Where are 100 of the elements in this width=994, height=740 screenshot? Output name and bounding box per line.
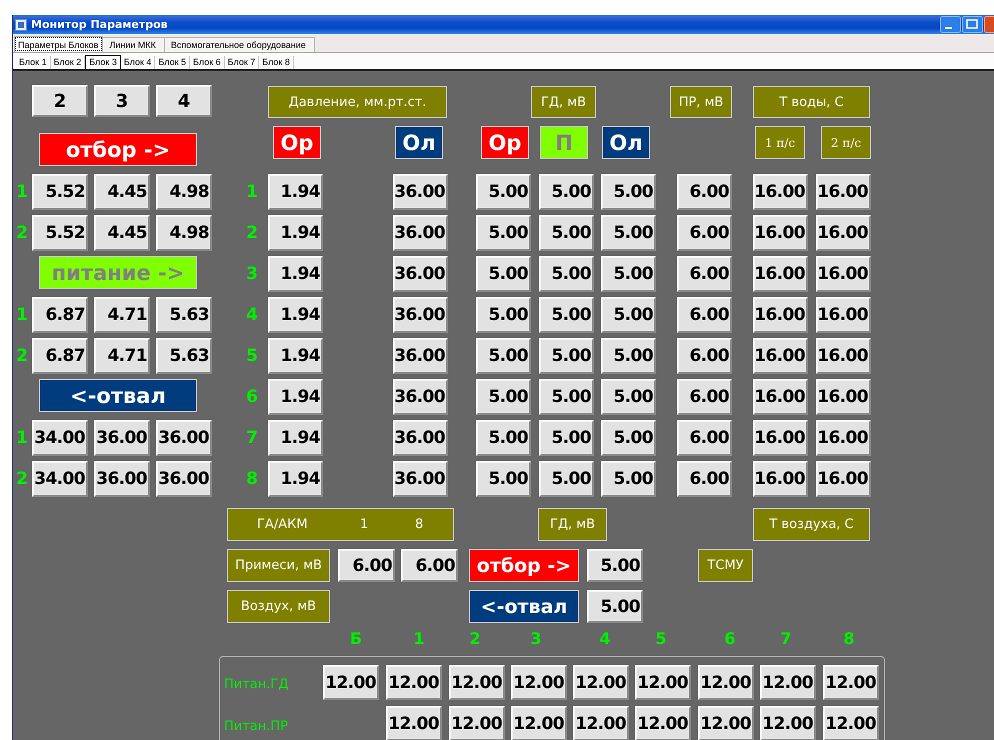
block-button[interactable]: 2 [32,85,88,117]
value-cell: 1.94 [268,297,323,333]
block-tab[interactable]: Блок 3 [85,55,121,69]
value-cell: 16.00 [816,174,871,210]
value-cell: 6.00 [677,379,732,415]
tab[interactable]: Параметры Блоков [14,36,104,52]
value-cell: 4.98 [156,174,212,210]
value-cell: 36.00 [94,461,150,497]
value-cell: 34.00 [32,461,88,497]
value-cell: 5.00 [539,461,594,497]
sensor-label: ТСМУ [698,549,753,582]
value-cell: 12.00 [323,665,379,700]
panel-column-label: 8 [415,517,424,532]
column-marker: Ол [395,126,443,159]
row-header: Примеси, мВ [227,549,330,582]
column-header: ПР, мВ [670,86,732,118]
panel-column-label: 1 [360,517,368,532]
row-number: 1 [245,181,259,204]
value-cell: 5.00 [476,297,531,333]
app-icon [15,18,27,30]
block-button[interactable]: 3 [94,85,150,117]
block-tab[interactable]: Блок 4 [120,56,156,69]
value-cell: 16.00 [816,461,871,497]
value-cell: 36.00 [393,297,448,333]
row-number: 6 [245,386,259,409]
value-cell: 5.00 [476,379,531,415]
minimize-button[interactable] [940,16,961,33]
value-cell: 1.94 [268,256,323,292]
block-tab[interactable]: Блок 1 [16,56,51,69]
value-cell: 34.00 [32,420,88,456]
value-cell: 5.00 [601,215,656,251]
column-header: Давление, мм.рт.ст. [268,86,447,118]
close-button[interactable] [984,16,994,33]
value-cell: 5.00 [476,256,531,292]
value-cell: 5.52 [32,215,88,251]
value-cell: 36.00 [393,379,448,415]
column-number: 6 [723,629,737,650]
value-cell: 16.00 [816,256,871,292]
value-cell: 36.00 [393,256,448,292]
value-cell: 16.00 [753,338,808,374]
block-button[interactable]: 4 [156,85,212,117]
maximize-button[interactable] [962,16,983,33]
value-cell: 6.00 [677,461,732,497]
row-number: 1 [15,427,29,450]
value-cell: 5.00 [601,256,656,292]
value-cell: 12.00 [760,665,816,700]
value-cell: 5.00 [601,297,656,333]
tab[interactable]: Вспомогательное оборудование [164,37,315,52]
sub-header: 2 п/с [821,126,871,159]
block-tab[interactable]: Блок 8 [259,56,294,69]
value-cell: 12.00 [698,706,754,740]
value-cell: 16.00 [816,379,871,415]
value-cell: 4.45 [94,174,150,210]
value-cell: 6.00 [401,549,458,582]
section-label: отбор -> [39,133,197,166]
value-cell: 16.00 [816,338,871,374]
value-cell: 12.00 [449,706,505,740]
column-number: 8 [842,629,856,650]
value-cell: 12.00 [573,665,629,700]
value-cell: 12.00 [698,665,754,700]
column-marker: Ор [481,126,529,159]
value-cell: 5.52 [32,174,88,210]
column-header: Т воздуха, С [753,508,870,541]
block-tab[interactable]: Блок 6 [190,56,225,69]
column-number: Б [348,629,364,650]
column-number: 7 [779,629,793,650]
value-cell: 5.00 [539,215,594,251]
value-cell: 36.00 [393,215,448,251]
value-cell: 4.45 [94,215,150,251]
value-cell: 1.94 [268,338,323,374]
column-header: ГД, мВ [531,86,596,118]
block-tab[interactable]: Блок 5 [155,56,190,69]
value-cell: 5.63 [156,297,212,333]
value-cell: 36.00 [393,461,448,497]
value-cell: 16.00 [753,297,808,333]
sub-header: 1 п/с [755,126,805,159]
value-cell: 12.00 [511,706,567,740]
value-cell: 36.00 [393,420,448,456]
tab[interactable]: Линии МКК [102,37,165,52]
column-number: 2 [468,629,482,650]
row-label: Питан.ГД [224,677,290,694]
value-cell: 6.87 [32,297,88,333]
value-cell: 12.00 [511,665,567,700]
value-cell: 5.00 [601,338,656,374]
value-cell: 36.00 [156,420,212,456]
value-cell: 5.00 [539,256,594,292]
row-number: 4 [245,304,259,327]
column-number: 3 [529,629,543,650]
value-cell: 6.87 [32,338,88,374]
section-label: <-отвал [469,590,579,623]
value-cell: 12.00 [449,665,505,700]
value-cell: 5.00 [476,174,531,210]
row-number: 5 [245,345,259,368]
value-cell: 12.00 [386,706,442,740]
value-cell: 5.00 [539,379,594,415]
value-cell: 12.00 [573,706,629,740]
value-cell: 1.94 [268,174,323,210]
block-tab[interactable]: Блок 7 [224,56,260,69]
value-cell: 16.00 [753,256,808,292]
value-cell: 5.00 [587,590,643,623]
